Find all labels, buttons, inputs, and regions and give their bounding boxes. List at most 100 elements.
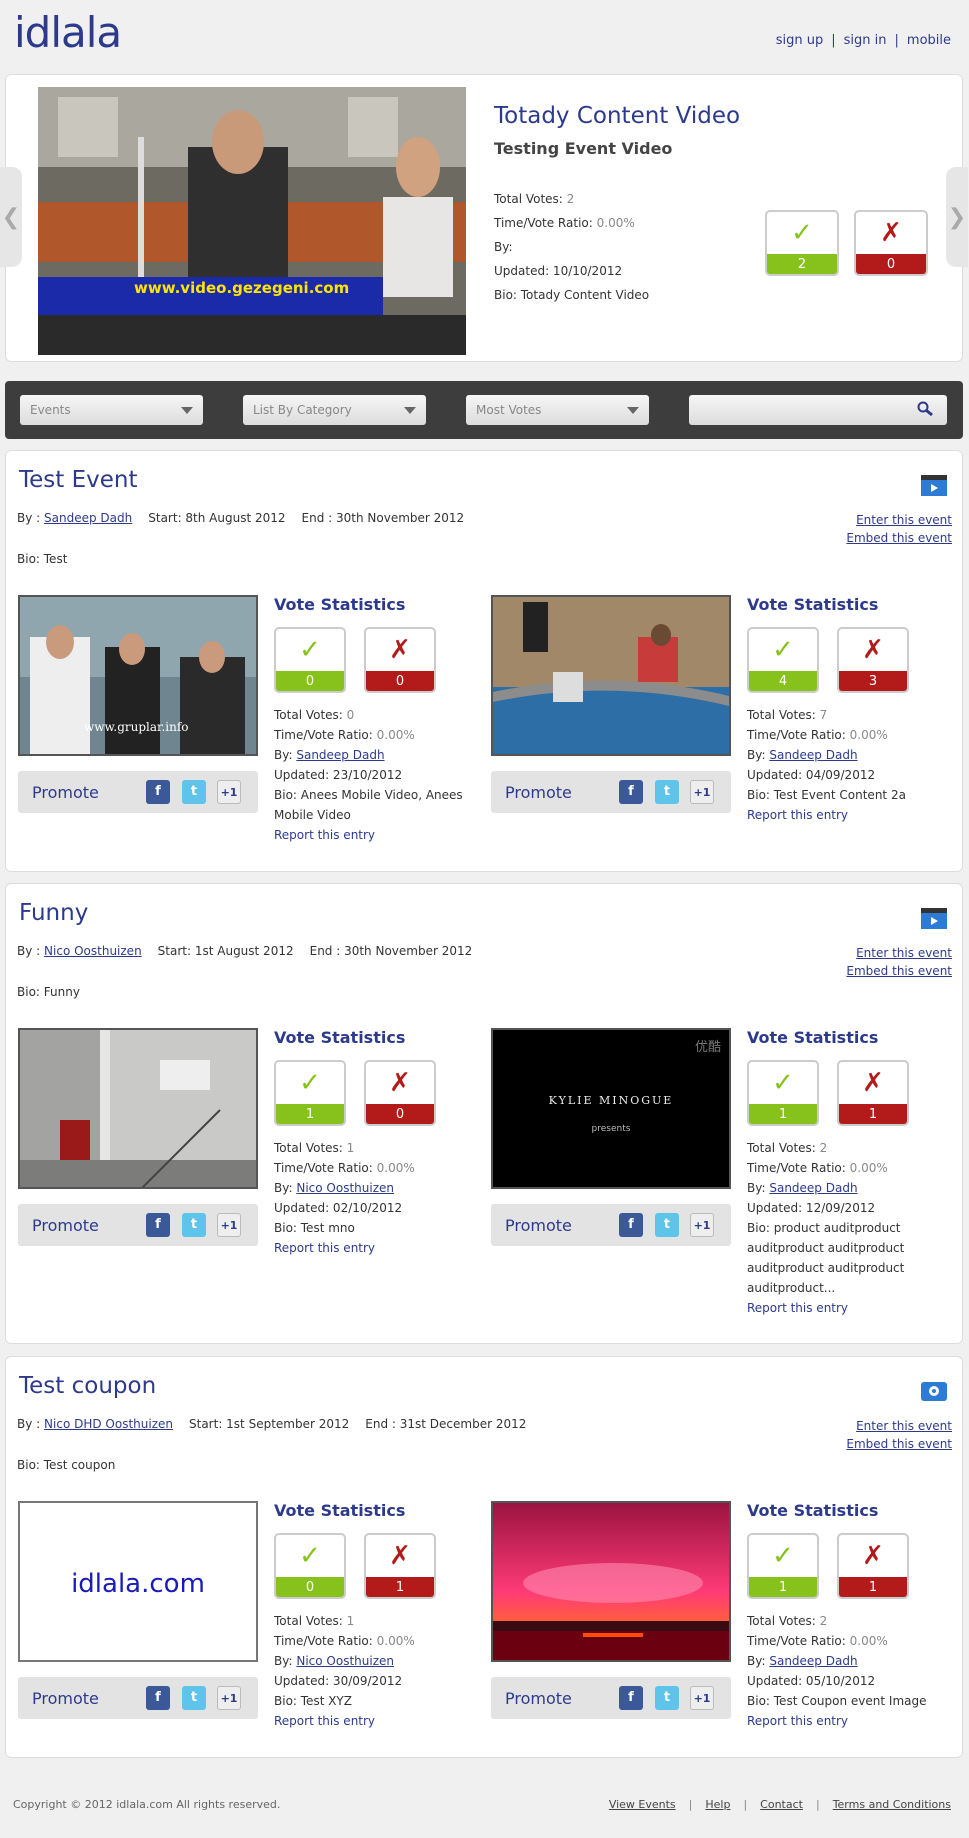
entry-thumbnail[interactable] bbox=[18, 1028, 258, 1189]
report-entry-link[interactable]: Report this entry bbox=[274, 828, 375, 842]
thumb-corner-text: 优酷 bbox=[694, 1040, 721, 1055]
video-clapper-icon bbox=[921, 475, 947, 496]
entry-thumbnail[interactable] bbox=[491, 1501, 731, 1662]
vote-down-button[interactable]: ✗ 1 bbox=[837, 1533, 909, 1599]
footer-links: View Events | Help | Contact | Terms and Condi… bbox=[608, 1798, 951, 1811]
google-plus-icon[interactable]: +1 bbox=[217, 1213, 241, 1237]
vote-statistics-title: Vote Statistics bbox=[274, 1501, 406, 1520]
vote-up-count: 2 bbox=[767, 254, 837, 274]
event-bio: Bio: Test coupon bbox=[17, 1458, 116, 1472]
search-icon[interactable] bbox=[917, 401, 933, 417]
author-link[interactable]: Sandeep Dadh bbox=[44, 511, 132, 525]
entry-author-link[interactable]: Nico Oosthuizen bbox=[296, 1181, 394, 1195]
vote-down-button[interactable]: ✗ 3 bbox=[837, 627, 909, 693]
vote-statistics-title: Vote Statistics bbox=[747, 1028, 879, 1047]
video-caption: www.video.gezegeni.com bbox=[134, 279, 350, 297]
report-entry-link[interactable]: Report this entry bbox=[747, 1301, 848, 1315]
facebook-icon[interactable]: f bbox=[619, 1213, 643, 1237]
vote-down-button[interactable]: ✗ 1 bbox=[364, 1533, 436, 1599]
twitter-icon[interactable]: t bbox=[182, 1686, 206, 1710]
event-section: Test coupon By : Nico DHD Oosthuizen Star… bbox=[5, 1356, 963, 1758]
contact-link[interactable]: Contact bbox=[760, 1798, 803, 1811]
check-icon: ✓ bbox=[772, 1068, 794, 1098]
view-events-link[interactable]: View Events bbox=[609, 1798, 676, 1811]
vote-up-button[interactable]: ✓ 1 bbox=[747, 1060, 819, 1126]
vote-up-button[interactable]: ✓ 0 bbox=[274, 1533, 346, 1599]
embed-event-link[interactable]: Embed this event bbox=[846, 531, 952, 545]
report-entry-link[interactable]: Report this entry bbox=[274, 1241, 375, 1255]
vote-down-button[interactable]: ✗ 0 bbox=[364, 627, 436, 693]
entry-thumbnail[interactable]: idlala.com bbox=[18, 1501, 258, 1662]
logo[interactable]: idlala bbox=[14, 8, 122, 57]
cross-icon: ✗ bbox=[389, 635, 411, 665]
report-entry-link[interactable]: Report this entry bbox=[747, 1714, 848, 1728]
google-plus-icon[interactable]: +1 bbox=[690, 1213, 714, 1237]
signin-link[interactable]: sign in bbox=[844, 33, 887, 48]
entry-thumbnail[interactable]: www.gruplar.info bbox=[18, 595, 258, 756]
featured-vote-up-button[interactable]: ✓ 2 bbox=[765, 210, 839, 276]
embed-event-link[interactable]: Embed this event bbox=[846, 1437, 952, 1451]
entry-stats: Total Votes: 7 Time/Vote Ratio: 0.00% By… bbox=[747, 708, 906, 822]
embed-event-link[interactable]: Embed this event bbox=[846, 964, 952, 978]
next-arrow-icon[interactable]: ❯ bbox=[946, 167, 968, 267]
prev-arrow-icon[interactable]: ❮ bbox=[0, 167, 22, 267]
twitter-icon[interactable]: t bbox=[655, 780, 679, 804]
promote-bar: Promote f t +1 bbox=[18, 771, 258, 813]
search-input[interactable] bbox=[689, 395, 947, 425]
event-title[interactable]: Test Event bbox=[19, 467, 138, 493]
event-title[interactable]: Test coupon bbox=[19, 1373, 156, 1399]
enter-event-link[interactable]: Enter this event bbox=[856, 513, 952, 527]
enter-event-link[interactable]: Enter this event bbox=[856, 1419, 952, 1433]
twitter-icon[interactable]: t bbox=[655, 1686, 679, 1710]
help-link[interactable]: Help bbox=[705, 1798, 730, 1811]
entry-author-link[interactable]: Sandeep Dadh bbox=[769, 748, 857, 762]
author-link[interactable]: Nico Oosthuizen bbox=[44, 944, 142, 958]
facebook-icon[interactable]: f bbox=[619, 780, 643, 804]
facebook-icon[interactable]: f bbox=[146, 1686, 170, 1710]
sort-select[interactable]: Most Votes bbox=[466, 395, 649, 425]
vote-up-button[interactable]: ✓ 0 bbox=[274, 627, 346, 693]
featured-video[interactable]: www.video.gezegeni.com bbox=[38, 87, 466, 355]
entry-card: 优酷 Kylie Minogue presents Promote f t +1… bbox=[491, 1028, 961, 1328]
events-select[interactable]: Events bbox=[20, 395, 203, 425]
signup-link[interactable]: sign up bbox=[776, 33, 824, 48]
terms-link[interactable]: Terms and Conditions bbox=[833, 1798, 951, 1811]
mobile-link[interactable]: mobile bbox=[907, 33, 951, 48]
check-icon: ✓ bbox=[299, 1068, 321, 1098]
entry-author-link[interactable]: Sandeep Dadh bbox=[769, 1654, 857, 1668]
category-select[interactable]: List By Category bbox=[243, 395, 426, 425]
facebook-icon[interactable]: f bbox=[619, 1686, 643, 1710]
entry-card: Promote f t +1 Vote Statistics ✓ 1 ✗ 1 Tot… bbox=[491, 1501, 961, 1741]
google-plus-icon[interactable]: +1 bbox=[690, 780, 714, 804]
vote-up-button[interactable]: ✓ 1 bbox=[274, 1060, 346, 1126]
report-entry-link[interactable]: Report this entry bbox=[274, 1714, 375, 1728]
facebook-icon[interactable]: f bbox=[146, 1213, 170, 1237]
entry-author-link[interactable]: Nico Oosthuizen bbox=[296, 1654, 394, 1668]
facebook-icon[interactable]: f bbox=[146, 780, 170, 804]
event-section: Funny By : Nico Oosthuizen Start: 1st Aug… bbox=[5, 883, 963, 1344]
featured-stats: Total Votes: 2 Time/Vote Ratio: 0.00% By… bbox=[494, 192, 650, 302]
enter-event-link[interactable]: Enter this event bbox=[856, 946, 952, 960]
entry-author-link[interactable]: Sandeep Dadh bbox=[296, 748, 384, 762]
featured-vote-down-button[interactable]: ✗ 0 bbox=[854, 210, 928, 276]
entry-thumbnail[interactable]: 优酷 Kylie Minogue presents bbox=[491, 1028, 731, 1189]
google-plus-icon[interactable]: +1 bbox=[217, 780, 241, 804]
cross-icon: ✗ bbox=[862, 1541, 884, 1571]
google-plus-icon[interactable]: +1 bbox=[217, 1686, 241, 1710]
entry-author-link[interactable]: Sandeep Dadh bbox=[769, 1181, 857, 1195]
entry-thumbnail[interactable] bbox=[491, 595, 731, 756]
author-link[interactable]: Nico DHD Oosthuizen bbox=[44, 1417, 173, 1431]
google-plus-icon[interactable]: +1 bbox=[690, 1686, 714, 1710]
event-title[interactable]: Funny bbox=[19, 900, 88, 926]
report-entry-link[interactable]: Report this entry bbox=[747, 808, 848, 822]
event-section: Test Event By : Sandeep Dadh Start: 8th A… bbox=[5, 450, 963, 872]
event-bio: Bio: Test bbox=[17, 552, 68, 566]
vote-down-button[interactable]: ✗ 0 bbox=[364, 1060, 436, 1126]
vote-up-button[interactable]: ✓ 1 bbox=[747, 1533, 819, 1599]
coupon-icon bbox=[921, 1382, 947, 1401]
twitter-icon[interactable]: t bbox=[182, 1213, 206, 1237]
vote-down-button[interactable]: ✗ 1 bbox=[837, 1060, 909, 1126]
twitter-icon[interactable]: t bbox=[655, 1213, 679, 1237]
vote-up-button[interactable]: ✓ 4 bbox=[747, 627, 819, 693]
twitter-icon[interactable]: t bbox=[182, 780, 206, 804]
